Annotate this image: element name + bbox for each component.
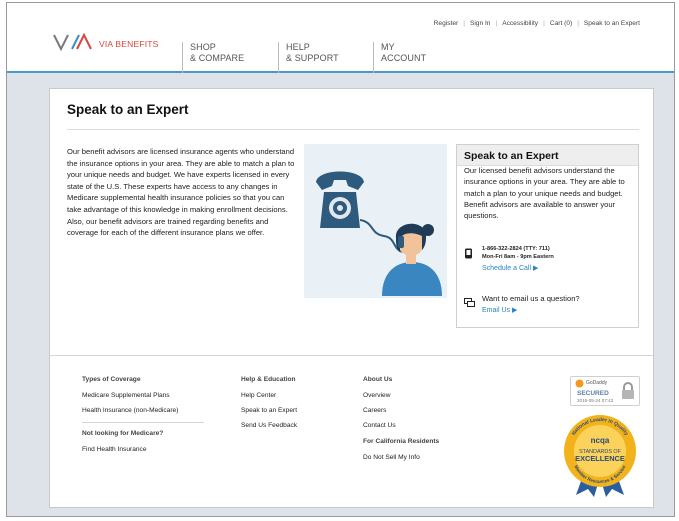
footer-heading-california: For California Residents xyxy=(363,437,440,445)
browser-frame: VIA BENEFITS Register | Sign In | Access… xyxy=(6,2,675,517)
panel-description: Our licensed benefit advisors understand… xyxy=(464,166,625,221)
nav-my-account[interactable]: MY ACCOUNT xyxy=(373,42,426,73)
page-title: Speak to an Expert xyxy=(67,102,189,117)
main-content-card: Speak to an Expert Our benefit advisors … xyxy=(49,88,654,508)
nav-help-support[interactable]: HELP & SUPPORT xyxy=(278,42,339,73)
footer-link-send-feedback[interactable]: Send Us Feedback xyxy=(241,422,297,429)
svg-text:ncqa: ncqa xyxy=(591,436,610,445)
speak-to-expert-link[interactable]: Speak to an Expert xyxy=(584,20,640,27)
footer-heading-help-education: Help & Education xyxy=(241,376,296,383)
email-contact: Want to email us a question? Email Us ▶ xyxy=(464,294,580,314)
schedule-call-link[interactable]: Schedule a Call ▶ xyxy=(482,264,554,272)
footer-link-careers[interactable]: Careers xyxy=(363,407,439,414)
phone-illustration xyxy=(304,144,447,298)
title-divider xyxy=(67,129,639,130)
phone-contact: 1-866-322-2824 (TTY: 711) Mon-Fri 8am - … xyxy=(464,245,554,272)
footer-link-contact-us[interactable]: Contact Us xyxy=(363,422,439,429)
panel-heading: Speak to an Expert xyxy=(457,145,638,166)
godaddy-logo-icon xyxy=(575,379,584,388)
footer-link-overview[interactable]: Overview xyxy=(363,392,439,399)
footer-col-help: Help & Education Help Center Speak to an… xyxy=(241,376,297,438)
footer-link-speak-to-expert[interactable]: Speak to an Expert xyxy=(241,407,297,414)
footer-col-coverage: Types of Coverage Medicare Supplemental … xyxy=(82,376,204,462)
footer-divider xyxy=(50,355,653,356)
ncqa-standards-badge[interactable]: National Leader in Quality Member Resour… xyxy=(560,411,640,502)
phone-hours: Mon-Fri 8am - 9pm Eastern xyxy=(482,254,554,260)
telephone-and-advisor-icon xyxy=(316,171,442,296)
email-us-link[interactable]: Email Us ▶ xyxy=(482,306,580,314)
padlock-icon xyxy=(622,382,634,399)
ncqa-seal-icon: National Leader in Quality Member Resour… xyxy=(564,415,636,497)
register-link[interactable]: Register xyxy=(434,20,459,27)
footer-col-about: About Us Overview Careers Contact Us For… xyxy=(363,376,439,469)
footer-link-help-center[interactable]: Help Center xyxy=(241,392,297,399)
footer-heading-about-us: About Us xyxy=(363,376,393,383)
footer-heading-types-of-coverage: Types of Coverage xyxy=(82,376,141,383)
svg-text:EXCELLENCE: EXCELLENCE xyxy=(575,454,625,463)
utility-nav: Register | Sign In | Accessibility | Car… xyxy=(433,20,640,27)
speak-to-expert-panel: Speak to an Expert Our licensed benefit … xyxy=(456,144,639,328)
via-logo-mark-icon xyxy=(53,33,92,51)
email-question: Want to email us a question? xyxy=(482,294,580,303)
footer-link-find-health-insurance[interactable]: Find Health Insurance xyxy=(82,446,204,453)
footer-link-medicare-supplemental[interactable]: Medicare Supplemental Plans xyxy=(82,392,204,399)
footer-link-health-insurance[interactable]: Health Insurance (non-Medicare) xyxy=(82,407,204,414)
site-header: VIA BENEFITS Register | Sign In | Access… xyxy=(7,3,674,73)
sign-in-link[interactable]: Sign In xyxy=(470,20,491,27)
nav-shop-compare[interactable]: SHOP & COMPARE xyxy=(182,42,244,73)
cart-link[interactable]: Cart (0) xyxy=(550,20,572,27)
accessibility-link[interactable]: Accessibility xyxy=(502,20,538,27)
phone-number[interactable]: 1-866-322-2824 (TTY: 711) xyxy=(482,245,554,253)
via-benefits-logo[interactable]: VIA BENEFITS xyxy=(53,33,159,51)
godaddy-secured-badge[interactable]: GoDaddy SECURED 2016-05-24 07:42 xyxy=(570,376,640,406)
intro-paragraph: Our benefit advisors are licensed insura… xyxy=(67,147,295,238)
chat-icon xyxy=(464,295,475,314)
footer-heading-not-looking: Not looking for Medicare? xyxy=(82,430,164,438)
logo-text: VIA BENEFITS xyxy=(99,39,159,49)
footer-link-do-not-sell[interactable]: Do Not Sell My Info xyxy=(363,454,439,461)
phone-icon xyxy=(464,246,475,272)
